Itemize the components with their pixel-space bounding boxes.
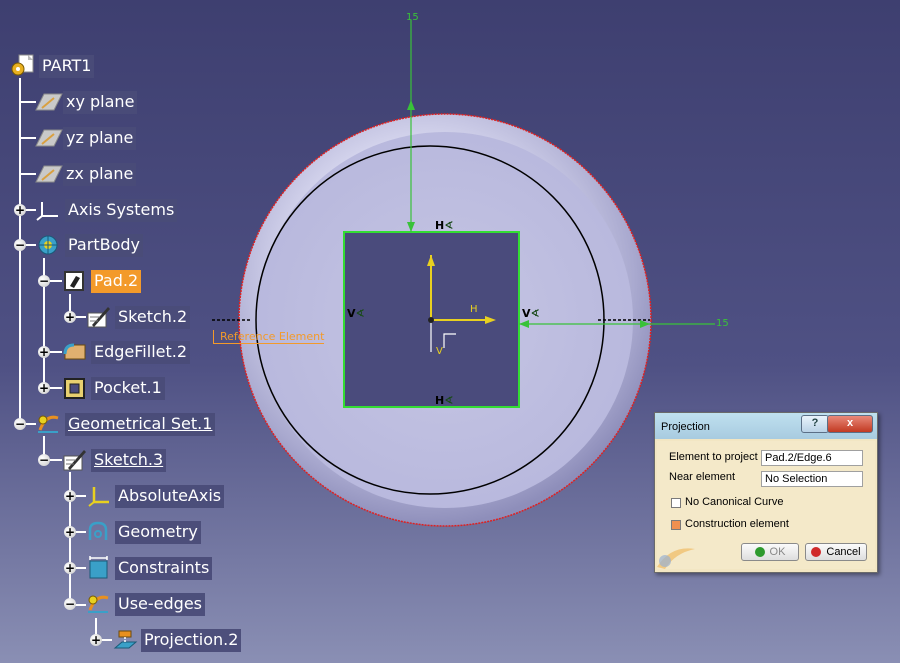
collapse-pad2[interactable]: − bbox=[38, 275, 50, 287]
close-button[interactable]: x bbox=[827, 415, 873, 433]
near-element-field[interactable]: No Selection bbox=[761, 471, 863, 487]
tree-item-sketch3[interactable]: Sketch.3 bbox=[62, 447, 167, 473]
element-to-project-label: Element to project bbox=[669, 451, 758, 463]
collapse-use-edges[interactable]: − bbox=[64, 598, 76, 610]
tree-item-label: PartBody bbox=[65, 233, 143, 257]
collapse-geometrical-set1[interactable]: − bbox=[14, 418, 26, 430]
geometry-icon bbox=[86, 520, 112, 544]
expand-axis-systems[interactable]: + bbox=[14, 204, 26, 216]
no-canonical-label: No Canonical Curve bbox=[685, 496, 784, 508]
help-button[interactable]: ? bbox=[801, 415, 829, 433]
tree-item-geometry[interactable]: Geometry bbox=[86, 519, 201, 545]
tree-item-label: PART1 bbox=[39, 54, 95, 78]
expand-pocket1[interactable]: + bbox=[38, 382, 50, 394]
collapse-sketch3[interactable]: − bbox=[38, 454, 50, 466]
plane-icon bbox=[34, 126, 63, 150]
tree-item-sketch2[interactable]: Sketch.2 bbox=[86, 304, 191, 330]
ok-icon bbox=[754, 547, 765, 557]
tree-item-pocket1[interactable]: Pocket.1 bbox=[62, 375, 165, 401]
collapse-partbody[interactable]: − bbox=[14, 239, 26, 251]
dimension-right-value[interactable]: 15 bbox=[716, 318, 729, 329]
tree-item-constraints[interactable]: Constraints bbox=[86, 555, 213, 581]
projection-dialog: Projection ? x Element to project Pad.2/… bbox=[654, 412, 878, 573]
tree-item-part1[interactable]: PART1 bbox=[10, 53, 95, 79]
tree-item-label: Axis Systems bbox=[65, 198, 178, 222]
no-canonical-checkbox[interactable] bbox=[671, 498, 681, 508]
cancel-button[interactable]: Cancel bbox=[805, 543, 867, 561]
expand-projection2[interactable]: + bbox=[90, 634, 102, 646]
constraints-icon bbox=[86, 556, 112, 580]
geometrical-set-icon bbox=[36, 412, 62, 436]
dialog-title: Projection bbox=[661, 421, 710, 433]
body-icon bbox=[36, 233, 62, 257]
pad-icon bbox=[62, 269, 88, 293]
expand-constraints[interactable]: + bbox=[64, 562, 76, 574]
tree-item-label: EdgeFillet.2 bbox=[91, 340, 191, 364]
cancel-icon bbox=[811, 547, 822, 557]
specification-tree: PART1 xy plane yz plane zx plane + Axis … bbox=[0, 0, 360, 663]
tree-item-partbody[interactable]: PartBody bbox=[36, 232, 143, 258]
near-element-label: Near element bbox=[669, 471, 736, 483]
dimension-top-value[interactable]: 15 bbox=[406, 12, 419, 23]
tree-item-label: xy plane bbox=[63, 90, 138, 114]
tree-item-label: Use-edges bbox=[115, 592, 205, 616]
constraint-top[interactable]: H∢ bbox=[435, 219, 453, 232]
constraint-right[interactable]: V∢ bbox=[522, 307, 540, 320]
tree-item-label: Geometrical Set.1 bbox=[65, 412, 216, 436]
absolute-axis-icon bbox=[86, 484, 112, 508]
dialog-titlebar[interactable]: Projection ? x bbox=[655, 413, 877, 439]
expand-absoluteaxis[interactable]: + bbox=[64, 490, 76, 502]
tree-item-label: AbsoluteAxis bbox=[115, 484, 225, 508]
tree-item-use-edges[interactable]: Use-edges bbox=[86, 591, 205, 617]
plane-icon bbox=[34, 162, 63, 186]
use-edges-icon bbox=[86, 592, 112, 616]
tree-item-edgefillet2[interactable]: EdgeFillet.2 bbox=[62, 339, 191, 365]
tree-item-zx-plane[interactable]: zx plane bbox=[34, 161, 137, 187]
tree-item-label: zx plane bbox=[63, 162, 137, 186]
expand-sketch2[interactable]: + bbox=[64, 311, 76, 323]
tree-item-pad2[interactable]: Pad.2 bbox=[62, 268, 142, 294]
expand-edgefillet2[interactable]: + bbox=[38, 346, 50, 358]
tree-item-xy-plane[interactable]: xy plane bbox=[34, 89, 138, 115]
element-to-project-field[interactable]: Pad.2/Edge.6 bbox=[761, 450, 863, 466]
constraint-bottom[interactable]: H∢ bbox=[435, 394, 453, 407]
tree-item-yz-plane[interactable]: yz plane bbox=[34, 125, 137, 151]
axis-system-icon bbox=[36, 198, 62, 222]
tree-item-label: Pocket.1 bbox=[91, 376, 165, 400]
plane-icon bbox=[34, 90, 63, 114]
tree-item-geometrical-set1[interactable]: Geometrical Set.1 bbox=[36, 411, 216, 437]
axis-v-label: V bbox=[436, 346, 443, 357]
dialog-logo-swirl bbox=[657, 548, 695, 569]
tree-item-label: Geometry bbox=[115, 520, 201, 544]
fillet-icon bbox=[62, 340, 88, 364]
tree-item-label: Sketch.2 bbox=[115, 305, 191, 329]
tree-item-label: Projection.2 bbox=[141, 628, 242, 652]
ok-button[interactable]: OK bbox=[741, 543, 799, 561]
tree-item-label: Constraints bbox=[115, 556, 213, 580]
construction-element-checkbox[interactable] bbox=[671, 520, 681, 530]
tree-item-absoluteaxis[interactable]: AbsoluteAxis bbox=[86, 483, 225, 509]
part-icon bbox=[10, 54, 36, 78]
construction-element-label: Construction element bbox=[685, 518, 789, 530]
expand-geometry[interactable]: + bbox=[64, 526, 76, 538]
pocket-icon bbox=[62, 376, 88, 400]
projection-icon bbox=[112, 628, 138, 652]
tree-item-label: yz plane bbox=[63, 126, 137, 150]
tree-item-axis-systems[interactable]: Axis Systems bbox=[36, 197, 178, 223]
dialog-body: Element to project Pad.2/Edge.6 Near ele… bbox=[657, 441, 875, 569]
axis-h-label: H bbox=[470, 304, 478, 315]
tree-item-label: Sketch.3 bbox=[91, 448, 167, 472]
tree-item-label: Pad.2 bbox=[91, 269, 142, 293]
sketch-icon bbox=[62, 448, 88, 472]
sketch-icon bbox=[86, 305, 112, 329]
tree-item-projection2[interactable]: Projection.2 bbox=[112, 627, 242, 653]
